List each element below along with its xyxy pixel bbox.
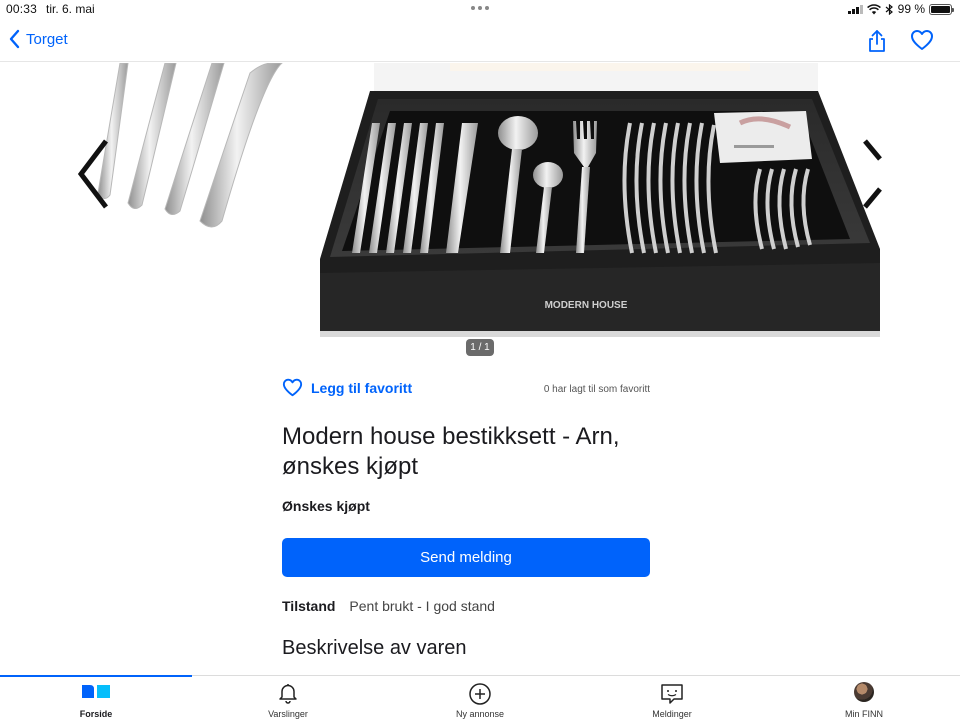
add-favorite-label: Legg til favoritt — [311, 379, 413, 396]
tab-meldinger[interactable]: Meldinger — [576, 676, 768, 720]
back-button[interactable]: Torget — [8, 29, 68, 49]
tab-min-finn[interactable]: Min FINN — [768, 676, 960, 720]
status-bar: 00:33 tir. 6. mai 99 % — [0, 0, 960, 20]
bluetooth-icon — [885, 3, 893, 15]
navigation-bar: Torget — [0, 20, 960, 62]
favorite-count: 0 har lagt til som favoritt — [543, 384, 650, 395]
listing-type: Ønskes kjøpt — [282, 498, 370, 514]
chat-icon — [661, 684, 683, 704]
tab-label: Min FINN — [845, 709, 883, 719]
share-icon[interactable] — [866, 29, 888, 53]
wifi-icon — [866, 3, 881, 14]
previous-image-arrow-icon[interactable] — [78, 139, 108, 209]
cutlery-set-image: MODERN HOUSE — [97, 63, 880, 337]
battery-percent: 99 % — [897, 2, 925, 16]
tab-label: Ny annonse — [455, 709, 505, 719]
listing-title: Modern house bestikksett - Arn, ønskes k… — [282, 423, 620, 480]
chevron-left-icon — [9, 29, 20, 49]
image-counter: 1 / 1 — [466, 339, 494, 356]
tab-label: Meldinger — [652, 709, 692, 719]
favorite-heart-icon[interactable] — [910, 29, 934, 51]
send-message-button[interactable]: Send melding — [282, 538, 650, 577]
home-icon — [82, 685, 110, 698]
condition-row: Tilstand Pent brukt - I god stand — [282, 598, 495, 614]
description-heading: Beskrivelse av varen — [282, 637, 467, 659]
status-indicators: 99 % — [847, 2, 954, 16]
tab-label: Varslinger — [268, 709, 308, 719]
image-gallery[interactable]: MODERN HOUSE 1 / 1 — [0, 63, 960, 358]
multitasking-dots-icon[interactable] — [471, 6, 489, 10]
signal-icon — [847, 4, 863, 14]
status-time: 00:33 — [6, 2, 38, 16]
tab-varslinger[interactable]: Varslinger — [192, 676, 384, 720]
battery-icon — [929, 3, 954, 15]
tab-label: Forside — [79, 709, 113, 719]
favorite-row: Legg til favoritt 0 har lagt til som fav… — [282, 378, 650, 402]
box-brand-text: MODERN HOUSE — [545, 300, 628, 311]
status-date: tir. 6. mai — [46, 2, 95, 16]
plus-circle-icon — [469, 683, 491, 705]
next-image-arrow-icon[interactable] — [862, 139, 882, 209]
condition-value: Pent brukt - I god stand — [349, 598, 495, 614]
tab-ny-annonse[interactable]: Ny annonse — [384, 676, 576, 720]
condition-label: Tilstand — [282, 598, 336, 614]
add-favorite-button[interactable]: Legg til favoritt — [282, 378, 412, 397]
tab-bar: Forside Varslinger Ny annonse Meldinger … — [0, 675, 960, 720]
bell-icon — [279, 684, 297, 704]
tab-forside[interactable]: Forside — [0, 676, 192, 720]
avatar — [854, 682, 874, 702]
back-label: Torget — [26, 30, 68, 48]
heart-icon — [282, 378, 303, 397]
